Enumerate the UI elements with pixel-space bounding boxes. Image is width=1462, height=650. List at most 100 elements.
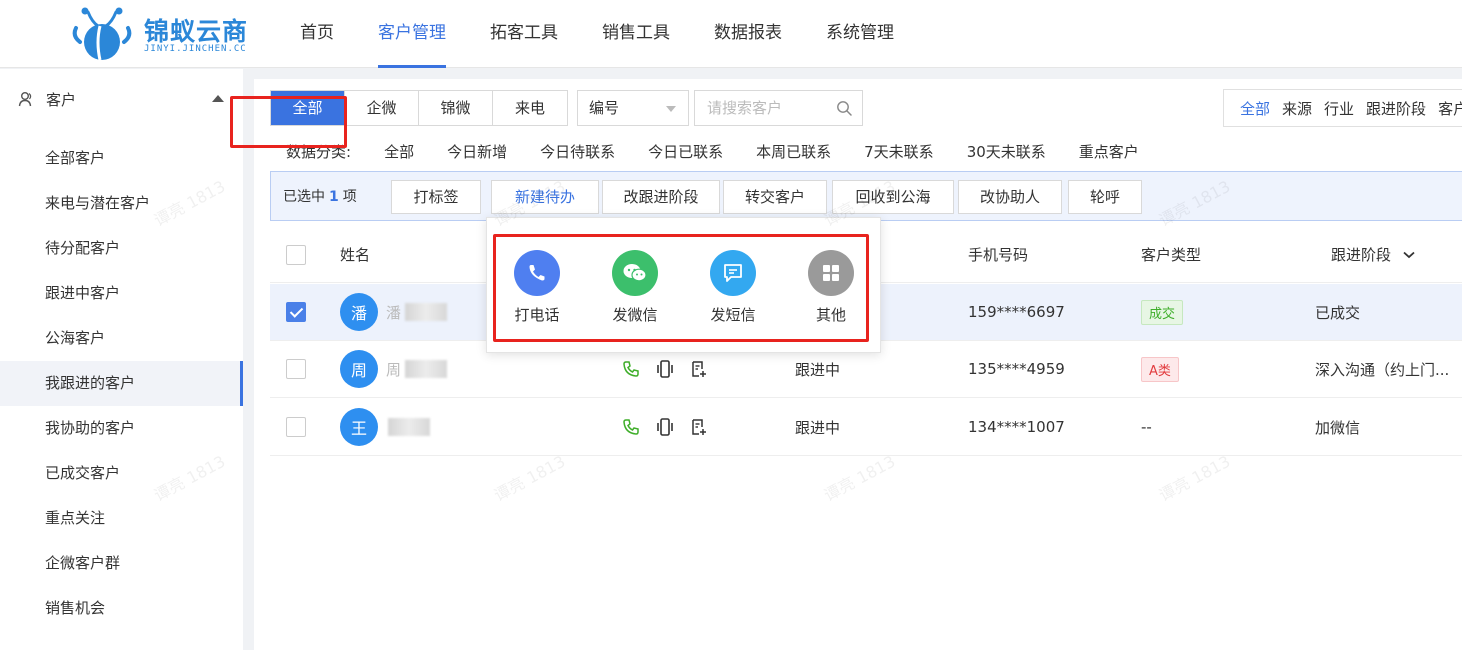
search-box (694, 90, 863, 126)
category-key-customers[interactable]: 重点客户 (1079, 141, 1139, 162)
sidebar-item-all-customers[interactable]: 全部客户 (0, 136, 243, 181)
nav-customer-management[interactable]: 客户管理 (378, 0, 446, 68)
grid-icon (808, 250, 854, 296)
chevron-down-icon (666, 106, 676, 112)
row-checkbox[interactable] (286, 417, 306, 437)
table-row[interactable]: 王 跟进中 134****1007 -- 加微信 (270, 399, 1462, 456)
sidebar-item-unassigned[interactable]: 待分配客户 (0, 226, 243, 271)
tab-incoming-call[interactable]: 来电 (493, 91, 567, 125)
main-nav: 首页 客户管理 拓客工具 销售工具 数据报表 系统管理 (300, 0, 938, 68)
popover-sms[interactable]: 发短信 (693, 250, 773, 325)
tab-wecom[interactable]: 企微 (345, 91, 419, 125)
category-today-to-contact[interactable]: 今日待联系 (540, 141, 615, 162)
filter-options: 全部 来源 行业 跟进阶段 客户 (1223, 89, 1462, 127)
nav-acquisition-tools[interactable]: 拓客工具 (490, 0, 558, 68)
row-checkbox[interactable] (286, 359, 306, 379)
masked-name (388, 418, 430, 436)
category-30days-uncontacted[interactable]: 30天未联系 (967, 141, 1046, 162)
avatar: 周 (340, 350, 378, 388)
follow-stage: 已成交 (1315, 303, 1361, 322)
category-today-contacted[interactable]: 今日已联系 (648, 141, 723, 162)
category-week-contacted[interactable]: 本周已联系 (756, 141, 831, 162)
search-input[interactable] (695, 91, 825, 125)
category-7days-uncontacted[interactable]: 7天未联系 (864, 141, 934, 162)
masked-name (405, 360, 448, 378)
customer-type-badge: 成交 (1141, 299, 1184, 325)
select-all-checkbox[interactable] (286, 244, 306, 265)
popover-call[interactable]: 打电话 (497, 250, 577, 325)
filter-industry[interactable]: 行业 (1324, 98, 1354, 119)
filter-source[interactable]: 来源 (1282, 98, 1312, 119)
nav-home[interactable]: 首页 (300, 0, 334, 68)
filter-follow-stage[interactable]: 跟进阶段 (1366, 98, 1426, 119)
mobile-vibrate-icon[interactable] (655, 417, 675, 437)
sidebar-item-closed-deals[interactable]: 已成交客户 (0, 451, 243, 496)
search-icon[interactable] (836, 100, 852, 116)
tab-jinwei[interactable]: 锦微 (419, 91, 493, 125)
round-call-button[interactable]: 轮呼 (1068, 180, 1142, 214)
chevron-down-icon[interactable] (1403, 251, 1415, 259)
sidebar-item-my-followed[interactable]: 我跟进的客户 (0, 361, 243, 406)
sidebar-item-key-focus[interactable]: 重点关注 (0, 496, 243, 541)
sidebar-item-wecom-groups[interactable]: 企微客户群 (0, 541, 243, 586)
mobile-vibrate-icon[interactable] (655, 359, 675, 379)
category-label: 数据分类: (286, 142, 352, 161)
phone-number: 135****4959 (968, 360, 1065, 378)
sidebar-section-label: 客户 (46, 91, 77, 109)
phone-icon (514, 250, 560, 296)
sidebar-section-customers[interactable]: 客户 (0, 81, 243, 117)
popover-other[interactable]: 其他 (791, 250, 871, 325)
filter-all[interactable]: 全部 (1240, 98, 1270, 119)
customer-name-initial: 周 (386, 360, 402, 379)
follow-stage: 加微信 (1315, 418, 1361, 437)
transfer-customer-button[interactable]: 转交客户 (723, 180, 827, 214)
user-icon (18, 92, 32, 107)
category-today-new[interactable]: 今日新增 (447, 141, 507, 162)
avatar: 王 (340, 408, 378, 446)
nav-system-settings[interactable]: 系统管理 (826, 0, 894, 68)
brand-logo[interactable]: 锦蚁云商 JINYI.JINCHEN.CC (70, 6, 260, 62)
sidebar-item-calls-and-leads[interactable]: 来电与潜在客户 (0, 181, 243, 226)
sidebar-item-public-pool[interactable]: 公海客户 (0, 316, 243, 361)
masked-name (405, 303, 448, 321)
change-stage-button[interactable]: 改跟进阶段 (602, 180, 720, 214)
change-assistant-button[interactable]: 改协助人 (958, 180, 1062, 214)
category-all[interactable]: 全部 (384, 141, 414, 162)
customer-type-empty: -- (1141, 418, 1152, 436)
new-todo-button[interactable]: 新建待办 (491, 180, 599, 214)
nav-sales-tools[interactable]: 销售工具 (602, 0, 670, 68)
wechat-icon (612, 250, 658, 296)
search-field-select[interactable]: 编号 (577, 90, 689, 126)
row-checkbox[interactable] (286, 302, 306, 322)
add-tag-button[interactable]: 打标签 (391, 180, 481, 214)
brand-name: 锦蚁云商 (144, 17, 249, 46)
header-name: 姓名 (340, 246, 371, 264)
avatar: 潘 (340, 293, 378, 331)
nav-reports[interactable]: 数据报表 (714, 0, 782, 68)
customer-type-badge: A类 (1141, 356, 1179, 382)
sidebar-item-sales-opportunities[interactable]: 销售机会 (0, 586, 243, 631)
contact-actions (622, 399, 723, 455)
sidebar-item-my-assisted[interactable]: 我协助的客户 (0, 406, 243, 451)
popover-wechat[interactable]: 发微信 (595, 250, 675, 325)
phone-number: 134****1007 (968, 418, 1065, 436)
search-field-value: 编号 (589, 99, 620, 117)
filter-customer[interactable]: 客户 (1438, 98, 1462, 119)
bulk-action-bar: 已选中 1 项 打标签 新建待办 改跟进阶段 转交客户 回收到公海 改协助人 轮呼 (270, 171, 1462, 221)
brand-domain: JINYI.JINCHEN.CC (144, 44, 247, 54)
header-follow-stage[interactable]: 跟进阶段 (1331, 227, 1415, 282)
phone-icon[interactable] (622, 418, 640, 436)
selection-count: 已选中 1 项 (283, 189, 357, 205)
sidebar-item-in-progress[interactable]: 跟进中客户 (0, 271, 243, 316)
top-navbar: 锦蚁云商 JINYI.JINCHEN.CC 首页 客户管理 拓客工具 销售工具 … (0, 0, 1462, 68)
new-todo-popover: 打电话 发微信 发短信 其他 (486, 217, 881, 353)
follow-stage: 深入沟通（约上门... (1315, 360, 1450, 379)
sms-icon (710, 250, 756, 296)
recycle-to-pool-button[interactable]: 回收到公海 (832, 180, 954, 214)
add-note-icon[interactable] (690, 418, 708, 436)
caret-up-icon[interactable] (212, 95, 224, 102)
phone-icon[interactable] (622, 360, 640, 378)
add-note-icon[interactable] (690, 360, 708, 378)
tab-all[interactable]: 全部 (271, 91, 345, 125)
header-phone: 手机号码 (968, 246, 1029, 264)
